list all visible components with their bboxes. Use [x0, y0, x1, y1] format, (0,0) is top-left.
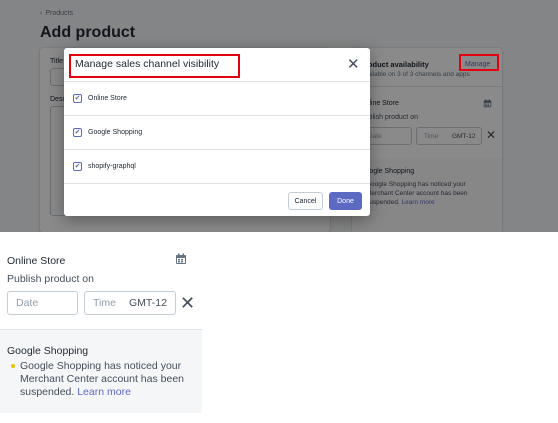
channel-row[interactable]: ✔ Google Shopping	[64, 116, 370, 150]
google-shopping-message: Google Shopping has noticed your Merchan…	[20, 360, 192, 399]
cancel-button[interactable]: Cancel	[288, 192, 323, 210]
warning-bullet-icon	[11, 364, 15, 368]
date-input[interactable]: Date	[7, 291, 78, 315]
title-highlight-annotation	[69, 54, 240, 78]
close-icon[interactable]: ✕	[347, 57, 360, 72]
close-icon[interactable]: ✕	[180, 291, 195, 315]
time-placeholder: Time	[93, 297, 116, 309]
timezone-label: GMT-12	[129, 297, 167, 309]
channel-row[interactable]: ✔ shopify-graphql	[64, 150, 370, 184]
modal-footer: Cancel Done	[64, 184, 370, 216]
product-editor-screenshot: ‹ Products Add product Title Description…	[0, 0, 558, 232]
channel-row[interactable]: ✔ Online Store	[64, 82, 370, 116]
manage-highlight-annotation	[459, 54, 499, 71]
online-store-title: Online Store	[7, 255, 66, 267]
modal-header: Manage sales channel visibility ✕	[64, 48, 370, 82]
online-store-zoom-panel: Online Store Publish product on Date Tim…	[0, 238, 202, 413]
date-placeholder: Date	[16, 297, 39, 309]
done-button[interactable]: Done	[329, 192, 362, 210]
sales-channel-modal: Manage sales channel visibility ✕ ✔ Onli…	[64, 48, 370, 216]
channel-label: Online Store	[88, 95, 127, 102]
calendar-icon[interactable]	[175, 253, 187, 265]
google-shopping-title: Google Shopping	[7, 345, 89, 357]
channel-label: shopify-graphql	[88, 163, 136, 170]
channel-label: Google Shopping	[88, 129, 143, 136]
checkbox-google-shopping[interactable]: ✔	[73, 128, 82, 137]
learn-more-link[interactable]: Learn more	[77, 386, 131, 398]
publish-label: Publish product on	[7, 273, 94, 285]
checkbox-online-store[interactable]: ✔	[73, 94, 82, 103]
checkbox-shopify-graphql[interactable]: ✔	[73, 162, 82, 171]
